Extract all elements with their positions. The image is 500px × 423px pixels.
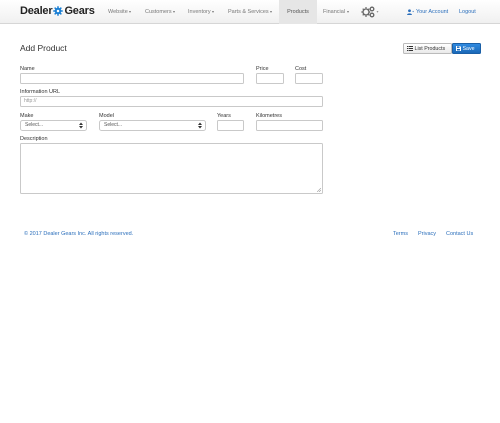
make-label: Make [20,113,34,119]
brand-logo[interactable]: Dealer Gears [20,5,95,17]
name-label: Name [20,66,35,72]
model-select-value: Select... [104,122,123,128]
select-arrows-icon [198,122,202,129]
information-url-label: Information URL [20,89,61,95]
list-products-button[interactable]: List Products [403,43,452,54]
caret-down-icon [212,10,215,13]
information-url-placeholder: http:// [24,98,37,104]
nav-inventory[interactable]: Inventory [188,0,215,24]
save-label: Save [462,46,475,52]
years-label: Years [217,113,231,119]
privacy-link[interactable]: Privacy [418,231,436,237]
logout-label: Logout [459,9,476,15]
nav-customers-label: Customers [145,9,172,15]
price-input[interactable] [256,73,284,84]
caret-down-icon [270,10,273,13]
nav-website-label: Website [108,9,128,15]
user-icon [407,8,414,15]
cost-label: Cost [295,66,307,72]
save-icon [456,46,461,52]
nav-customers[interactable]: Customers [145,0,176,24]
description-textarea[interactable] [20,143,323,194]
save-button[interactable]: Save [452,43,481,54]
copyright-text: © 2017 Dealer Gears Inc. All rights rese… [24,231,134,237]
nav-parts-services[interactable]: Parts & Services [228,0,273,24]
nav-inventory-label: Inventory [188,9,211,15]
name-input[interactable] [20,73,244,84]
select-arrows-icon [79,122,83,129]
list-icon [407,46,413,52]
make-select-value: Select... [25,122,44,128]
gears-icon [361,6,379,18]
nav-financial-label: Financial [323,9,346,15]
list-products-label: List Products [414,46,446,52]
kilometres-label: Kilometres [256,113,282,119]
nav-website[interactable]: Website [108,0,132,24]
caret-down-icon [173,10,176,13]
nav-products-label: Products [287,9,309,15]
brand-name-part2: Gears [64,5,95,17]
caret-down-icon [129,10,132,13]
contact-us-link[interactable]: Contact Us [446,231,473,237]
your-account-label: Your Account [416,9,449,15]
nav-parts-services-label: Parts & Services [228,9,269,15]
terms-link[interactable]: Terms [393,231,408,237]
logout-link[interactable]: Logout [459,0,476,24]
model-label: Model [99,113,114,119]
years-input[interactable] [217,120,244,131]
settings-menu[interactable] [361,5,381,19]
resize-handle-icon[interactable] [317,188,321,192]
price-label: Price [256,66,269,72]
description-label: Description [20,136,48,142]
kilometres-input[interactable] [256,120,323,131]
nav-financial[interactable]: Financial [323,0,349,24]
caret-down-icon [376,11,379,13]
information-url-input[interactable]: http:// [20,96,323,107]
nav-products[interactable]: Products [279,0,317,24]
your-account-menu[interactable]: Your Account [407,0,448,24]
page-title: Add Product [20,43,67,53]
top-navbar: Dealer Gears Website Customers Inventory… [0,0,500,24]
brand-name-part1: Dealer [20,5,53,17]
model-select[interactable]: Select... [99,120,206,131]
cost-input[interactable] [295,73,323,84]
caret-down-icon [346,10,349,13]
gear-logo-icon [53,6,64,16]
make-select[interactable]: Select... [20,120,87,131]
